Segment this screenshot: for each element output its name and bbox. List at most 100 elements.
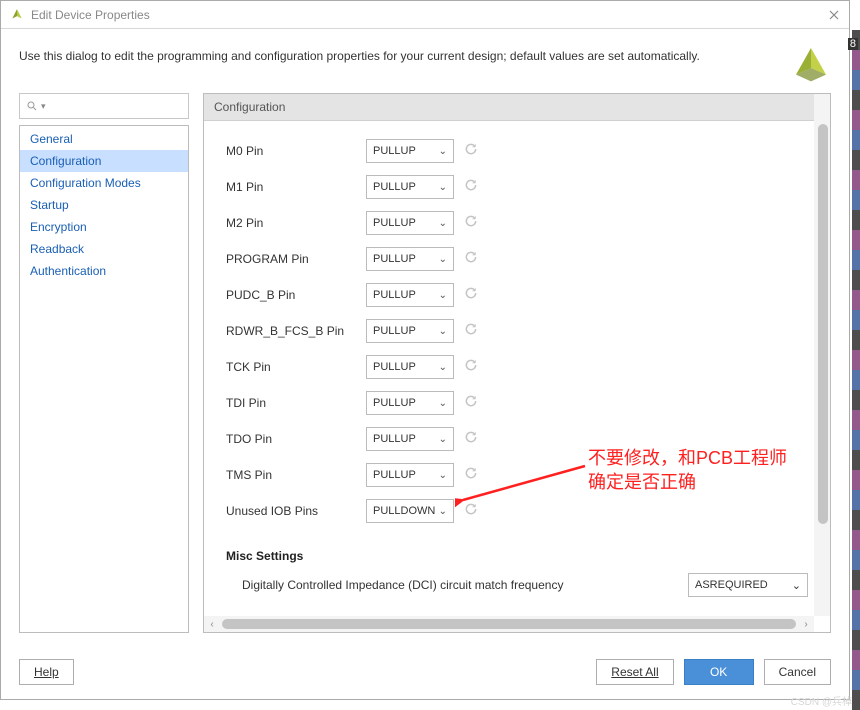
content-header: Configuration — [204, 94, 830, 121]
tdo-pin-select[interactable]: PULLUP ⌄ — [366, 427, 454, 451]
program-pin-select[interactable]: PULLUP⌄ — [366, 247, 454, 271]
chevron-down-icon: ⌄ — [439, 182, 447, 193]
chevron-down-icon: ⌄ — [439, 506, 447, 517]
watermark: CSDN @兵棹 — [791, 693, 852, 708]
sidebar-item-readback[interactable]: Readback — [20, 238, 188, 260]
annotation-text: 不要修改，和PCB工程师 确定是否正确 — [588, 446, 787, 495]
help-button[interactable]: Help — [19, 659, 74, 685]
property-row: PROGRAM PinPULLUP⌄ — [226, 241, 830, 277]
reset-icon[interactable] — [464, 322, 478, 341]
chevron-down-icon: ⌄ — [439, 146, 447, 157]
tms-pin-select[interactable]: PULLUP⌄ — [366, 463, 454, 487]
dialog-description: Use this dialog to edit the programming … — [19, 43, 779, 63]
property-row: M2 PinPULLUP⌄ — [226, 205, 830, 241]
unused-iob-pins-select[interactable]: PULLDOWN⌄ — [366, 499, 454, 523]
chevron-down-icon: ⌄ — [439, 470, 447, 481]
sidebar-item-configuration[interactable]: Configuration — [20, 150, 188, 172]
reset-icon[interactable] — [464, 214, 478, 233]
cancel-label: Cancel — [779, 665, 816, 679]
annotation-line1: 不要修改，和PCB工程师 — [588, 446, 787, 470]
tdi-pin-label: TDI Pin — [226, 396, 366, 410]
reset-all-button[interactable]: Reset All — [596, 659, 673, 685]
sidebar-item-configuration-modes[interactable]: Configuration Modes — [20, 172, 188, 194]
tdo-pin-label: TDO Pin — [226, 432, 366, 446]
sidebar: ▾ GeneralConfigurationConfiguration Mode… — [19, 93, 189, 633]
tdi-pin-value: PULLUP — [373, 397, 416, 409]
tdi-pin-select[interactable]: PULLUP ⌄ — [366, 391, 454, 415]
chevron-down-icon: ⌄ — [792, 579, 801, 592]
background-number: 8 — [848, 38, 858, 50]
titlebar: Edit Device Properties — [1, 1, 849, 29]
property-row: M1 Pin PULLUP ⌄ — [226, 169, 830, 205]
dci-frequency-value: ASREQUIRED — [695, 579, 768, 591]
reset-icon[interactable] — [464, 430, 478, 449]
reset-icon[interactable] — [464, 142, 478, 161]
description-row: Use this dialog to edit the programming … — [1, 29, 849, 93]
nav-panel: GeneralConfigurationConfiguration ModesS… — [19, 125, 189, 633]
content-body: M0 PinPULLUP⌄M1 PinPULLUP⌄M2 PinPULLUP⌄P… — [204, 121, 830, 632]
m1-pin-select[interactable]: PULLUP ⌄ — [366, 175, 454, 199]
m0-pin-value: PULLUP — [373, 145, 416, 157]
vertical-scrollbar[interactable] — [814, 94, 830, 616]
reset-icon[interactable] — [464, 286, 478, 305]
property-row: PUDC_B PinPULLUP⌄ — [226, 277, 830, 313]
tck-pin-value: PULLUP — [373, 361, 416, 373]
dci-frequency-label: Digitally Controlled Impedance (DCI) cir… — [226, 578, 563, 592]
chevron-down-icon: ⌄ — [439, 218, 447, 229]
sidebar-item-encryption[interactable]: Encryption — [20, 216, 188, 238]
pudc-b-pin-value: PULLUP — [373, 289, 416, 301]
dci-frequency-select[interactable]: ASREQUIRED ⌄ — [688, 573, 808, 597]
reset-icon[interactable] — [464, 466, 478, 485]
rdwr-b-fcs-b-pin-label: RDWR_B_FCS_B Pin — [226, 324, 366, 338]
tck-pin-select[interactable]: PULLUP ⌄ — [366, 355, 454, 379]
program-pin-label: PROGRAM Pin — [226, 252, 366, 266]
m2-pin-label: M2 Pin — [226, 216, 366, 230]
misc-settings-header: Misc Settings — [226, 549, 830, 563]
chevron-down-icon: ⌄ — [439, 398, 447, 409]
misc-row: Digitally Controlled Impedance (DCI) cir… — [226, 573, 830, 597]
ok-label: OK — [710, 665, 727, 679]
search-icon — [26, 100, 38, 112]
tms-pin-label: TMS Pin — [226, 468, 366, 482]
rdwr-b-fcs-b-pin-select[interactable]: PULLUP⌄ — [366, 319, 454, 343]
m0-pin-select[interactable]: PULLUP ⌄ — [366, 139, 454, 163]
property-row: Unused IOB PinsPULLDOWN⌄ — [226, 493, 830, 529]
scroll-right-icon[interactable]: › — [798, 619, 814, 630]
property-row: M0 PinPULLUP⌄ — [226, 133, 830, 169]
search-input[interactable]: ▾ — [19, 93, 189, 119]
pudc-b-pin-select[interactable]: PULLUP ⌄ — [366, 283, 454, 307]
horizontal-scroll-thumb[interactable] — [222, 619, 796, 629]
tdo-pin-value: PULLUP — [373, 433, 416, 445]
property-row: TCK Pin PULLUP ⌄ — [226, 349, 830, 385]
reset-icon[interactable] — [464, 394, 478, 413]
vivado-logo-icon — [791, 43, 831, 83]
ok-button[interactable]: OK — [684, 659, 754, 685]
unused-iob-pins-label: Unused IOB Pins — [226, 504, 366, 518]
reset-all-label: Reset All — [611, 665, 658, 679]
property-row: RDWR_B_FCS_B PinPULLUP⌄ — [226, 313, 830, 349]
sidebar-item-startup[interactable]: Startup — [20, 194, 188, 216]
tck-pin-label: TCK Pin — [226, 360, 366, 374]
window-title: Edit Device Properties — [31, 8, 827, 22]
reset-icon[interactable] — [464, 250, 478, 269]
scroll-left-icon[interactable]: ‹ — [204, 619, 220, 630]
app-icon — [9, 7, 25, 23]
close-icon[interactable] — [827, 8, 841, 22]
chevron-down-icon: ⌄ — [439, 290, 447, 301]
m2-pin-select[interactable]: PULLUP⌄ — [366, 211, 454, 235]
reset-icon[interactable] — [464, 502, 478, 521]
sidebar-item-authentication[interactable]: Authentication — [20, 260, 188, 282]
sidebar-item-general[interactable]: General — [20, 128, 188, 150]
m1-pin-label: M1 Pin — [226, 180, 366, 194]
help-label: Help — [34, 665, 59, 679]
search-dropdown-icon[interactable]: ▾ — [41, 101, 46, 112]
reset-icon[interactable] — [464, 178, 478, 197]
chevron-down-icon: ⌄ — [439, 362, 447, 373]
footer: Help Reset All OK Cancel — [19, 659, 831, 685]
vertical-scroll-thumb[interactable] — [818, 124, 828, 524]
horizontal-scrollbar[interactable]: ‹ › — [204, 616, 814, 632]
m1-pin-value: PULLUP — [373, 181, 416, 193]
cancel-button[interactable]: Cancel — [764, 659, 831, 685]
reset-icon[interactable] — [464, 358, 478, 377]
chevron-down-icon: ⌄ — [439, 434, 447, 445]
